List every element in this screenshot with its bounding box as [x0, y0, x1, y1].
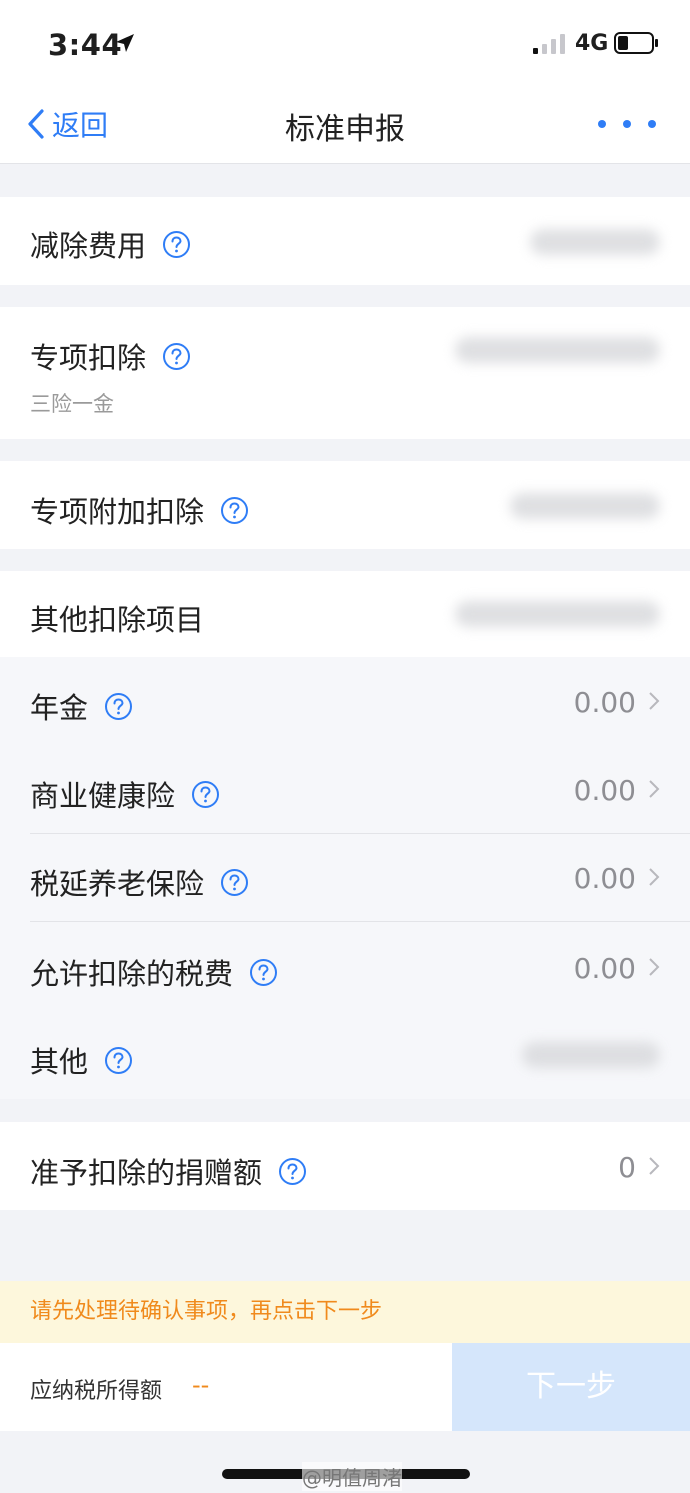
nav-bar: 返回 标准申报 [0, 88, 690, 164]
chevron-right-icon [649, 780, 660, 798]
status-bar: 3:44 4G [0, 0, 690, 88]
row-juanzeng[interactable]: 准予扣除的捐赠额 0 [0, 1122, 690, 1210]
help-icon[interactable] [220, 868, 249, 897]
chevron-right-icon [649, 692, 660, 710]
blurred-value [510, 493, 660, 519]
help-icon[interactable] [104, 692, 133, 721]
row-fujia[interactable]: 专项附加扣除 [0, 461, 690, 549]
row-label: 减除费用 [30, 229, 147, 263]
help-icon[interactable] [249, 958, 278, 987]
blurred-value [522, 1042, 660, 1068]
row-zhuanxiang[interactable]: 专项扣除 三险一金 [0, 307, 690, 439]
row-value: 0.00 [573, 862, 636, 895]
help-icon[interactable] [162, 342, 191, 371]
taxable-income-value: -- [192, 1371, 210, 1399]
row-label: 准予扣除的捐赠额 [30, 1156, 263, 1190]
row-label: 专项扣除 [30, 341, 147, 375]
more-dots-icon[interactable] [592, 114, 662, 134]
other-deductions-group: 年金 0.00 商业健康险 0.00 税延养老保险 0.00 允许扣除的税费 0… [0, 657, 690, 1099]
row-value: 0.00 [573, 952, 636, 985]
help-icon[interactable] [191, 780, 220, 809]
row-qita[interactable]: 其他 [0, 1011, 690, 1099]
row-label: 税延养老保险 [30, 867, 205, 901]
row-value: 0 [618, 1151, 636, 1184]
taxable-income-label: 应纳税所得额 [30, 1379, 163, 1404]
blurred-value [455, 601, 660, 627]
row-label: 其他扣除项目 [30, 603, 205, 637]
row-value: 0.00 [573, 686, 636, 719]
row-jianchu[interactable]: 减除费用 [0, 197, 690, 285]
help-icon[interactable] [220, 496, 249, 525]
signal-icon [533, 34, 565, 54]
row-qita-header[interactable]: 其他扣除项目 [0, 571, 690, 657]
help-icon[interactable] [104, 1046, 133, 1075]
row-label: 专项附加扣除 [30, 495, 205, 529]
page-title: 标准申报 [285, 112, 405, 147]
row-label: 商业健康险 [30, 779, 176, 813]
row-sublabel: 三险一金 [30, 392, 114, 416]
chevron-right-icon [649, 868, 660, 886]
chevron-right-icon [649, 1157, 660, 1175]
chevron-right-icon [649, 958, 660, 976]
row-value: 0.00 [573, 774, 636, 807]
network-type: 4G [575, 31, 609, 56]
help-icon[interactable] [278, 1157, 307, 1186]
row-shuiyan[interactable]: 税延养老保险 0.00 [0, 833, 690, 921]
row-yunxu[interactable]: 允许扣除的税费 0.00 [0, 921, 690, 1011]
pending-notice: 请先处理待确认事项，再点击下一步 [0, 1281, 690, 1343]
location-arrow-icon [116, 34, 134, 52]
row-label: 允许扣除的税费 [30, 957, 234, 991]
blurred-value [455, 337, 660, 363]
next-step-button[interactable]: 下一步 [452, 1343, 690, 1431]
row-shangye[interactable]: 商业健康险 0.00 [0, 745, 690, 833]
row-label: 年金 [30, 691, 89, 725]
blurred-value [530, 229, 660, 255]
status-time: 3:44 [48, 28, 123, 62]
bottom-bar: 应纳税所得额 -- 下一步 [0, 1343, 690, 1431]
watermark: @明值周渚 [302, 1462, 402, 1491]
battery-icon [614, 32, 658, 54]
row-label: 其他 [30, 1045, 89, 1079]
row-nianjin[interactable]: 年金 0.00 [0, 657, 690, 745]
help-icon[interactable] [162, 230, 191, 259]
